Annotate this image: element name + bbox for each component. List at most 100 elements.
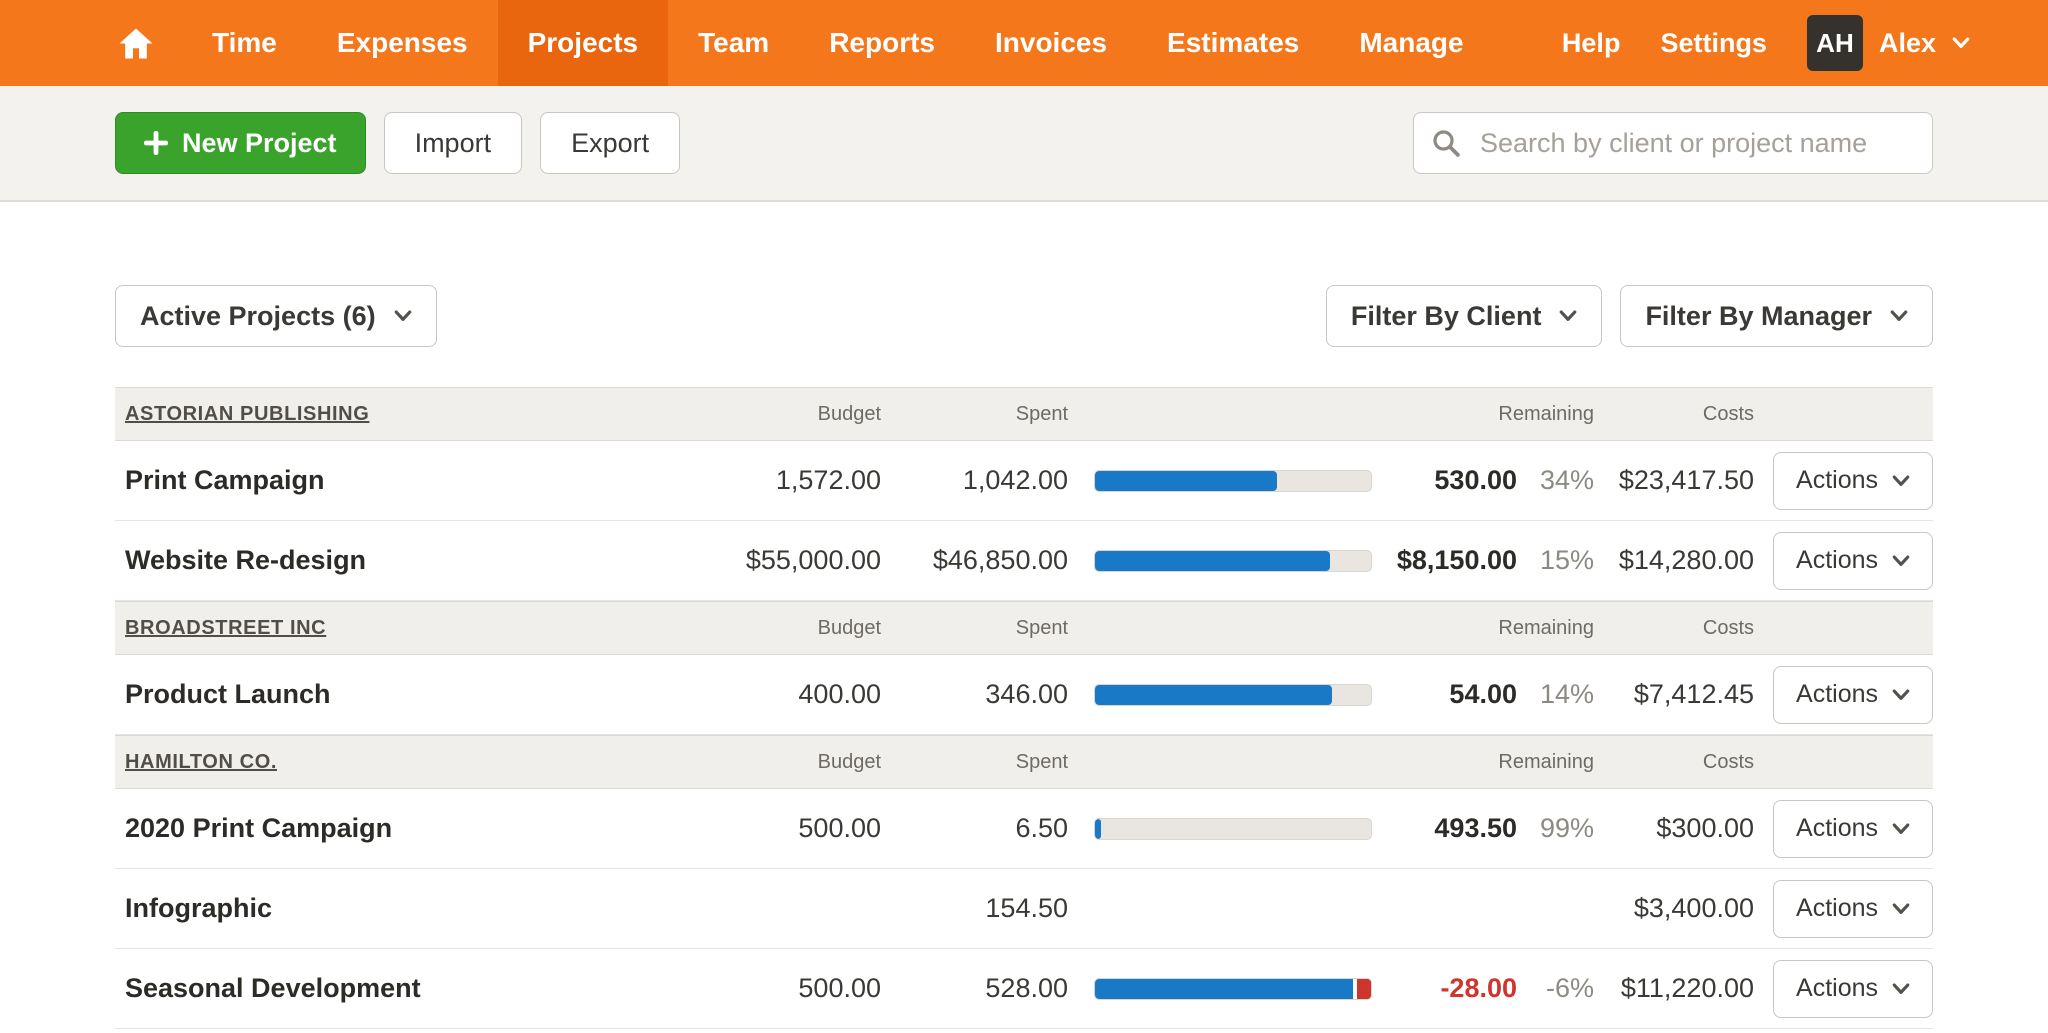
budget-value: 1,572.00 — [560, 465, 881, 496]
budget-progress-fill — [1095, 979, 1371, 999]
filter-by-client-dropdown[interactable]: Filter By Client — [1326, 285, 1603, 347]
chevron-down-icon — [1892, 983, 1910, 995]
client-link[interactable]: HAMILTON CO. — [125, 751, 277, 774]
filter-by-manager-dropdown[interactable]: Filter By Manager — [1620, 285, 1933, 347]
nav-team[interactable]: Team — [668, 0, 799, 86]
chevron-down-icon — [1890, 310, 1908, 322]
active-projects-label: Active Projects (6) — [140, 301, 376, 332]
project-name[interactable]: Infographic — [125, 893, 272, 924]
column-header-remaining: Remaining — [1372, 751, 1594, 774]
actions-button[interactable]: Actions — [1773, 800, 1933, 858]
spent-value: 154.50 — [881, 893, 1068, 924]
column-header-costs: Costs — [1594, 751, 1754, 774]
main-nav: Time Expenses Projects Team Reports Invo… — [182, 0, 1494, 86]
spent-value: 1,042.00 — [881, 465, 1068, 496]
user-menu[interactable]: AH Alex — [1807, 15, 1970, 71]
chevron-down-icon — [1952, 37, 1970, 49]
actions-button[interactable]: Actions — [1773, 960, 1933, 1018]
projects-table: ASTORIAN PUBLISHING Budget Spent Remaini… — [115, 387, 1933, 1029]
actions-button[interactable]: Actions — [1773, 880, 1933, 938]
actions-button[interactable]: Actions — [1773, 666, 1933, 724]
search-input[interactable] — [1413, 112, 1933, 174]
nav-settings[interactable]: Settings — [1660, 28, 1767, 59]
remaining-percent: 99% — [1517, 813, 1594, 844]
nav-help[interactable]: Help — [1562, 28, 1621, 59]
budget-progress-bar — [1094, 470, 1372, 492]
spent-value: 346.00 — [881, 679, 1068, 710]
costs-value: $300.00 — [1594, 813, 1754, 844]
budget-value: 500.00 — [560, 813, 881, 844]
nav-manage[interactable]: Manage — [1329, 0, 1493, 86]
costs-value: $11,220.00 — [1594, 973, 1754, 1004]
active-projects-dropdown[interactable]: Active Projects (6) — [115, 285, 437, 347]
chevron-down-icon — [1892, 555, 1910, 567]
budget-progress-fill — [1095, 819, 1101, 839]
project-name[interactable]: Website Re-design — [125, 545, 366, 576]
costs-value: $3,400.00 — [1594, 893, 1754, 924]
spent-value: 528.00 — [881, 973, 1068, 1004]
chevron-down-icon — [394, 310, 412, 322]
remaining-value: $8,150.00 — [1372, 545, 1517, 576]
nav-expenses[interactable]: Expenses — [307, 0, 498, 86]
column-header-spent: Spent — [881, 617, 1068, 640]
client-group-header: HAMILTON CO. Budget Spent Remaining Cost… — [115, 735, 1933, 789]
column-header-costs: Costs — [1594, 403, 1754, 426]
column-header-remaining: Remaining — [1372, 403, 1594, 426]
actions-label: Actions — [1796, 894, 1878, 923]
import-button[interactable]: Import — [384, 112, 523, 174]
filter-by-client-label: Filter By Client — [1351, 301, 1542, 332]
actions-label: Actions — [1796, 546, 1878, 575]
chevron-down-icon — [1892, 689, 1910, 701]
navbar-right: Help Settings AH Alex — [1562, 0, 1970, 86]
top-navbar: Time Expenses Projects Team Reports Invo… — [0, 0, 2048, 86]
nav-invoices[interactable]: Invoices — [965, 0, 1137, 86]
nav-time[interactable]: Time — [182, 0, 307, 86]
remaining-percent: 14% — [1517, 679, 1594, 710]
remaining-percent: 34% — [1517, 465, 1594, 496]
chevron-down-icon — [1559, 310, 1577, 322]
project-name[interactable]: Seasonal Development — [125, 973, 421, 1004]
new-project-button[interactable]: New Project — [115, 112, 366, 174]
actions-label: Actions — [1796, 680, 1878, 709]
actions-button[interactable]: Actions — [1773, 532, 1933, 590]
budget-progress-bar — [1094, 684, 1372, 706]
new-project-label: New Project — [182, 128, 337, 159]
projects-page: Active Projects (6) Filter By Client Fil… — [0, 285, 2048, 1029]
chevron-down-icon — [1892, 475, 1910, 487]
remaining-percent: -6% — [1517, 973, 1594, 1004]
spent-value: 6.50 — [881, 813, 1068, 844]
filters-right: Filter By Client Filter By Manager — [1326, 285, 1933, 347]
actions-label: Actions — [1796, 974, 1878, 1003]
client-link[interactable]: BROADSTREET INC — [125, 617, 326, 640]
column-header-budget: Budget — [560, 617, 881, 640]
actions-label: Actions — [1796, 814, 1878, 843]
table-row: Seasonal Development 500.00 528.00 -28.0… — [115, 949, 1933, 1029]
budget-value: 500.00 — [560, 973, 881, 1004]
project-name[interactable]: Print Campaign — [125, 465, 325, 496]
column-header-spent: Spent — [881, 751, 1068, 774]
nav-estimates[interactable]: Estimates — [1137, 0, 1329, 86]
budget-progress-fill — [1095, 471, 1277, 491]
budget-progress-fill — [1095, 551, 1330, 571]
column-header-spent: Spent — [881, 403, 1068, 426]
nav-reports[interactable]: Reports — [799, 0, 965, 86]
search-box — [1413, 112, 1933, 174]
export-button[interactable]: Export — [540, 112, 680, 174]
table-row: Website Re-design $55,000.00 $46,850.00 … — [115, 521, 1933, 601]
remaining-value: 54.00 — [1372, 679, 1517, 710]
chevron-down-icon — [1892, 903, 1910, 915]
search-icon — [1431, 128, 1461, 158]
actions-button[interactable]: Actions — [1773, 452, 1933, 510]
project-name[interactable]: 2020 Print Campaign — [125, 813, 392, 844]
budget-progress-bar — [1094, 818, 1372, 840]
remaining-value: -28.00 — [1372, 973, 1517, 1004]
home-button[interactable] — [112, 0, 182, 86]
remaining-value: 530.00 — [1372, 465, 1517, 496]
user-name: Alex — [1879, 28, 1936, 59]
filter-by-manager-label: Filter By Manager — [1645, 301, 1872, 332]
plus-icon — [144, 131, 168, 155]
filter-row: Active Projects (6) Filter By Client Fil… — [115, 285, 1933, 347]
client-link[interactable]: ASTORIAN PUBLISHING — [125, 403, 369, 426]
project-name[interactable]: Product Launch — [125, 679, 331, 710]
nav-projects[interactable]: Projects — [498, 0, 669, 86]
